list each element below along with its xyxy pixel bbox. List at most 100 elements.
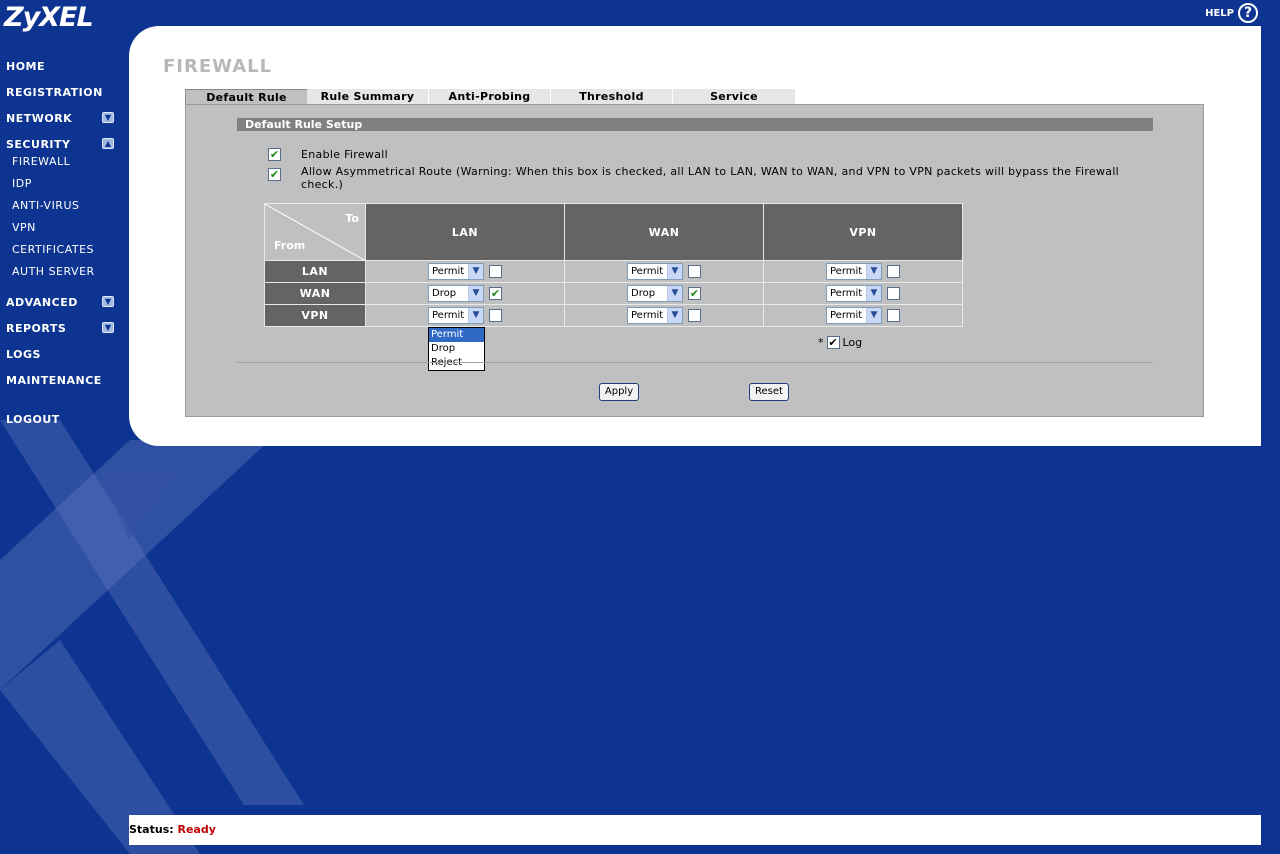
rule-cell-lan-vpn: Permit ▼ [763, 260, 963, 283]
rule-cell-wan-vpn: Permit ▼ [763, 282, 963, 305]
action-select[interactable]: Drop ▼ [627, 285, 683, 302]
apply-button[interactable]: Apply [599, 383, 639, 401]
chevron-down-icon: ▼ [866, 286, 881, 301]
enable-firewall-checkbox[interactable] [268, 148, 281, 161]
nav-sub-anti-virus[interactable]: ANTI-VIRUS [12, 199, 80, 212]
action-select[interactable]: Drop ▼ [428, 285, 484, 302]
log-checkbox[interactable] [887, 265, 900, 278]
action-select[interactable]: Permit ▼ [826, 307, 882, 324]
action-select-value: Permit [830, 288, 863, 299]
log-checkbox[interactable] [688, 265, 701, 278]
tab-bar: Default Rule Rule Summary Anti-Probing T… [185, 89, 795, 104]
asym-route-checkbox[interactable] [268, 168, 281, 181]
log-checkbox[interactable] [489, 265, 502, 278]
dropdown-option-reject[interactable]: Reject [429, 356, 484, 370]
log-checkbox[interactable] [887, 287, 900, 300]
log-checkbox[interactable] [688, 287, 701, 300]
tab-anti-probing[interactable]: Anti-Probing [429, 89, 551, 104]
log-legend: * Log [818, 336, 862, 349]
reset-button[interactable]: Reset [749, 383, 789, 401]
log-legend-star: * [818, 336, 824, 349]
tab-threshold[interactable]: Threshold [551, 89, 673, 104]
row-header-vpn: VPN [264, 304, 366, 327]
log-checkbox[interactable] [489, 287, 502, 300]
log-checkbox[interactable] [688, 309, 701, 322]
chevron-down-icon: ▼ [468, 286, 483, 301]
rule-cell-wan-lan: Drop ▼ [365, 282, 565, 305]
chevron-down-icon: ▼ [866, 308, 881, 323]
enable-firewall-label: Enable Firewall [301, 148, 388, 161]
section-title: Default Rule Setup [237, 118, 1153, 131]
dropdown-option-permit[interactable]: Permit [429, 328, 484, 342]
corner-to-label: To [345, 212, 359, 225]
dropdown-option-drop[interactable]: Drop [429, 342, 484, 356]
zyxel-logo: ZyXEL [4, 2, 94, 33]
nav-advanced[interactable]: ADVANCED [6, 296, 78, 309]
divider [237, 362, 1153, 363]
action-select-value: Permit [830, 266, 863, 277]
action-select[interactable]: Permit ▼ [627, 263, 683, 280]
log-legend-checkbox [826, 336, 840, 349]
matrix-corner: To From [264, 203, 366, 261]
nav-sub-certificates[interactable]: CERTIFICATES [12, 243, 94, 256]
action-select[interactable]: Permit ▼ [428, 307, 484, 324]
status-value: Ready [177, 823, 216, 836]
nav-home[interactable]: HOME [6, 60, 45, 73]
nav-sub-vpn[interactable]: VPN [12, 221, 36, 234]
firewall-rule-matrix: To From LAN WAN VPN LAN Permit ▼ Permit ▼ [264, 203, 963, 327]
action-select[interactable]: Permit ▼ [826, 285, 882, 302]
nav-registration[interactable]: REGISTRATION [6, 86, 103, 99]
rule-cell-vpn-lan: Permit ▼ [365, 304, 565, 327]
expand-icon[interactable]: ▼ [102, 296, 114, 307]
nav-sub-auth-server[interactable]: AUTH SERVER [12, 265, 95, 278]
nav-maintenance[interactable]: MAINTENANCE [6, 374, 102, 387]
nav-reports[interactable]: REPORTS [6, 322, 66, 335]
action-select-value: Permit [631, 266, 664, 277]
status-bar: Status: Ready [129, 815, 1261, 845]
action-select-value: Permit [830, 310, 863, 321]
nav-security[interactable]: SECURITY [6, 138, 70, 151]
rule-cell-vpn-wan: Permit ▼ [564, 304, 764, 327]
action-select-value: Drop [631, 288, 656, 299]
asym-route-label-line1: Allow Asymmetrical Route (Warning: When … [301, 165, 1120, 178]
main-panel: FIREWALL Default Rule Rule Summary Anti-… [129, 26, 1261, 446]
chevron-down-icon: ▼ [468, 308, 483, 323]
help-button[interactable]: HELP ? [1205, 3, 1258, 23]
rule-cell-wan-wan: Drop ▼ [564, 282, 764, 305]
action-select-value: Permit [631, 310, 664, 321]
expand-icon[interactable]: ▼ [102, 322, 114, 333]
nav-sub-firewall[interactable]: FIREWALL [12, 155, 70, 168]
chevron-down-icon: ▼ [667, 308, 682, 323]
tab-service[interactable]: Service [673, 89, 795, 104]
tab-rule-summary[interactable]: Rule Summary [307, 89, 429, 104]
status-label: Status: [129, 823, 174, 836]
rule-cell-vpn-vpn: Permit ▼ [763, 304, 963, 327]
page-title: FIREWALL [163, 56, 273, 77]
action-select-value: Permit [432, 266, 465, 277]
action-select[interactable]: Permit ▼ [627, 307, 683, 324]
default-rule-content: Default Rule Setup Enable Firewall Allow… [185, 104, 1204, 417]
help-icon: ? [1238, 3, 1258, 23]
action-select-value: Permit [432, 310, 465, 321]
action-select[interactable]: Permit ▼ [428, 263, 484, 280]
chevron-down-icon: ▼ [667, 286, 682, 301]
nav-logs[interactable]: LOGS [6, 348, 41, 361]
log-checkbox[interactable] [489, 309, 502, 322]
nav-logout[interactable]: LOGOUT [6, 413, 60, 426]
chevron-down-icon: ▼ [667, 264, 682, 279]
action-select[interactable]: Permit ▼ [826, 263, 882, 280]
row-header-lan: LAN [264, 260, 366, 283]
tab-default-rule[interactable]: Default Rule [185, 89, 307, 104]
nav-network[interactable]: NETWORK [6, 112, 72, 125]
log-checkbox[interactable] [887, 309, 900, 322]
corner-from-label: From [274, 239, 306, 252]
chevron-down-icon: ▼ [468, 264, 483, 279]
row-header-wan: WAN [264, 282, 366, 305]
chevron-down-icon: ▼ [866, 264, 881, 279]
help-label: HELP [1205, 7, 1234, 19]
action-dropdown-list: Permit Drop Reject [428, 327, 485, 371]
expand-icon[interactable]: ▼ [102, 112, 114, 123]
action-select-value: Drop [432, 288, 457, 299]
nav-sub-idp[interactable]: IDP [12, 177, 32, 190]
collapse-icon[interactable]: ▲ [102, 138, 114, 149]
